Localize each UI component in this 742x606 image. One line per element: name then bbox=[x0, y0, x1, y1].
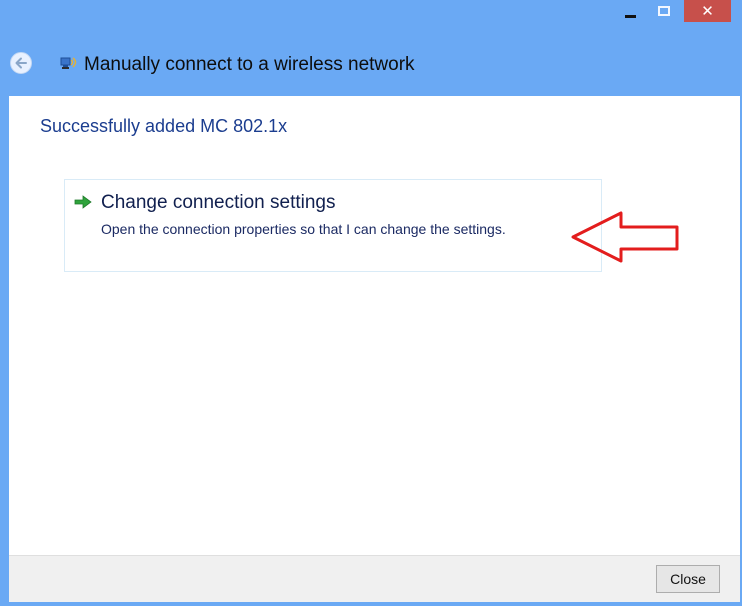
close-window-button[interactable]: ✕ bbox=[684, 0, 731, 22]
close-icon: ✕ bbox=[701, 3, 714, 20]
maximize-icon bbox=[658, 6, 670, 16]
content-area: Successfully added MC 802.1x Change conn… bbox=[9, 96, 740, 555]
change-connection-settings-link[interactable]: Change connection settings Open the conn… bbox=[64, 179, 602, 272]
back-arrow-icon bbox=[15, 57, 27, 69]
minimize-icon bbox=[624, 14, 636, 18]
window-title: Manually connect to a wireless network bbox=[84, 54, 415, 75]
wireless-network-icon bbox=[60, 57, 77, 69]
window-bottom-border bbox=[0, 602, 742, 606]
page-heading: Successfully added MC 802.1x bbox=[40, 116, 288, 136]
link-title: Change connection settings bbox=[101, 192, 336, 213]
dialog-window: ✕ Manually connect to a wireless network… bbox=[0, 0, 742, 606]
title-bar: ✕ bbox=[0, 0, 742, 30]
close-button[interactable]: Close bbox=[656, 565, 720, 593]
green-arrow-icon bbox=[74, 195, 92, 209]
minimize-button[interactable] bbox=[617, 0, 643, 22]
maximize-button[interactable] bbox=[651, 0, 677, 22]
back-button[interactable] bbox=[10, 52, 32, 74]
link-description: Open the connection properties so that I… bbox=[101, 221, 506, 237]
wizard-header: Manually connect to a wireless network bbox=[0, 30, 742, 96]
red-arrow-icon bbox=[571, 211, 679, 263]
footer-bar: Close bbox=[9, 555, 740, 602]
